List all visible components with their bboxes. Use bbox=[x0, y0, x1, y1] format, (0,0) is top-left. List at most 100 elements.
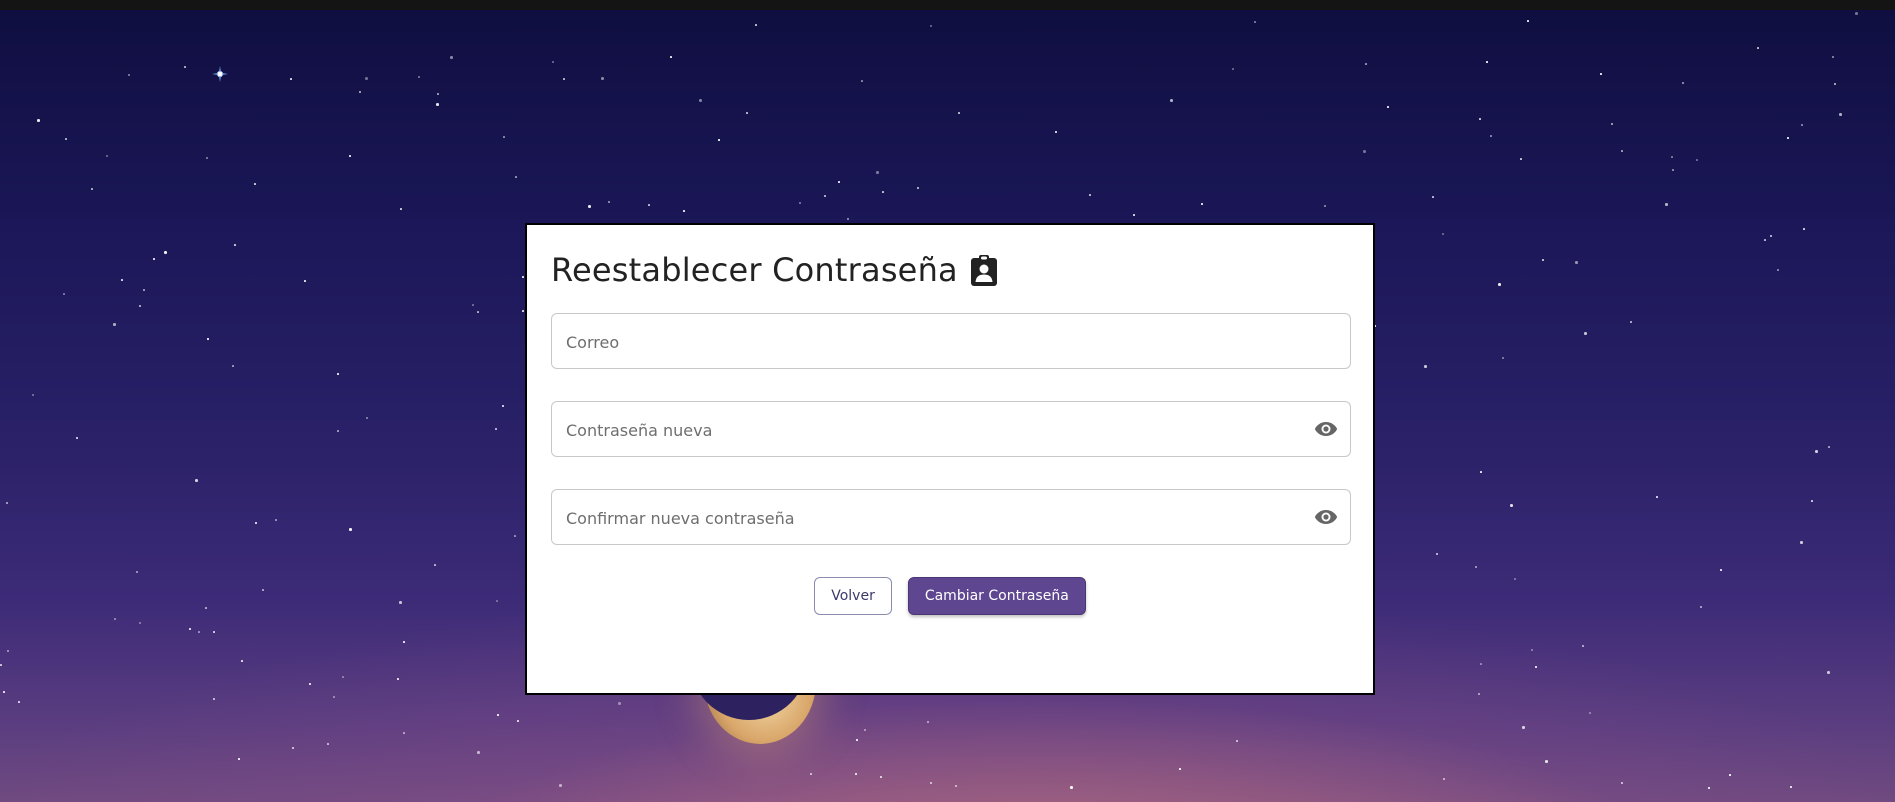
star bbox=[232, 365, 234, 367]
star bbox=[1672, 169, 1674, 171]
star bbox=[608, 201, 610, 203]
eye-icon[interactable] bbox=[1314, 419, 1338, 439]
star bbox=[1834, 83, 1836, 85]
new-password-input[interactable] bbox=[564, 402, 1308, 458]
star bbox=[648, 204, 650, 206]
star bbox=[349, 528, 352, 531]
star bbox=[1811, 500, 1813, 502]
star bbox=[1671, 156, 1673, 158]
star bbox=[234, 244, 236, 246]
change-password-button[interactable]: Cambiar Contraseña bbox=[907, 577, 1086, 615]
star bbox=[496, 600, 498, 602]
title-row: Reestablecer Contraseña bbox=[551, 251, 998, 289]
star bbox=[1800, 541, 1803, 544]
star bbox=[864, 729, 866, 731]
star bbox=[450, 56, 453, 59]
star bbox=[1480, 663, 1482, 665]
star bbox=[503, 136, 505, 138]
star bbox=[1502, 357, 1504, 359]
star bbox=[1575, 261, 1578, 264]
star bbox=[1478, 693, 1480, 695]
form-actions: Volver Cambiar Contraseña bbox=[527, 577, 1373, 615]
star bbox=[1254, 21, 1256, 23]
star bbox=[113, 323, 116, 326]
star bbox=[1387, 106, 1389, 108]
star bbox=[1764, 239, 1766, 241]
star bbox=[1803, 228, 1805, 230]
star bbox=[153, 258, 155, 260]
star bbox=[1542, 259, 1544, 261]
star bbox=[882, 191, 884, 193]
star bbox=[559, 784, 562, 787]
star bbox=[32, 394, 34, 396]
star bbox=[1600, 73, 1602, 75]
star bbox=[618, 702, 621, 705]
page-title: Reestablecer Contraseña bbox=[551, 251, 958, 289]
star bbox=[824, 195, 826, 197]
star bbox=[1475, 566, 1477, 568]
star bbox=[206, 157, 208, 159]
star bbox=[930, 25, 932, 27]
star bbox=[213, 698, 215, 700]
star bbox=[292, 747, 294, 749]
star bbox=[207, 338, 209, 340]
bright-star-icon bbox=[212, 66, 228, 82]
star bbox=[1656, 496, 1658, 498]
star bbox=[3, 691, 5, 693]
star bbox=[136, 571, 138, 573]
star bbox=[238, 758, 240, 760]
star bbox=[418, 76, 420, 78]
star bbox=[1232, 68, 1234, 70]
star bbox=[1480, 471, 1482, 473]
star bbox=[1365, 63, 1367, 65]
star bbox=[184, 66, 186, 68]
star bbox=[1828, 446, 1830, 448]
star bbox=[1770, 235, 1772, 237]
star bbox=[309, 683, 311, 685]
star bbox=[810, 773, 812, 775]
star bbox=[601, 77, 604, 80]
star bbox=[205, 607, 207, 609]
star bbox=[514, 535, 516, 537]
star bbox=[106, 155, 108, 157]
star bbox=[1070, 786, 1073, 789]
star bbox=[876, 171, 879, 174]
star bbox=[342, 676, 344, 678]
star bbox=[63, 293, 65, 295]
star bbox=[1729, 774, 1731, 776]
star bbox=[718, 139, 720, 141]
star bbox=[241, 660, 243, 662]
new-password-field[interactable] bbox=[551, 401, 1351, 458]
star bbox=[1787, 137, 1789, 139]
star bbox=[397, 678, 399, 680]
star bbox=[477, 311, 479, 313]
star bbox=[1324, 205, 1326, 207]
star bbox=[359, 91, 361, 93]
star bbox=[1510, 504, 1513, 507]
star bbox=[399, 601, 402, 604]
star bbox=[552, 61, 554, 63]
star bbox=[522, 276, 524, 278]
star bbox=[699, 99, 702, 102]
star bbox=[1531, 649, 1533, 651]
star bbox=[1720, 569, 1722, 571]
star bbox=[1582, 645, 1584, 647]
star bbox=[290, 78, 292, 80]
back-button[interactable]: Volver bbox=[814, 577, 892, 615]
star bbox=[927, 721, 929, 723]
star bbox=[327, 743, 329, 745]
star bbox=[1790, 786, 1792, 788]
star bbox=[1621, 150, 1623, 152]
star bbox=[838, 181, 840, 183]
star bbox=[403, 732, 405, 734]
star bbox=[1777, 269, 1779, 271]
star bbox=[517, 720, 519, 722]
confirm-password-field[interactable] bbox=[551, 489, 1351, 546]
star bbox=[1522, 726, 1525, 729]
eye-icon[interactable] bbox=[1314, 507, 1338, 527]
star bbox=[65, 138, 67, 140]
email-field[interactable] bbox=[551, 313, 1351, 370]
email-input[interactable] bbox=[564, 314, 1308, 370]
star bbox=[958, 112, 960, 114]
confirm-password-input[interactable] bbox=[564, 490, 1308, 546]
